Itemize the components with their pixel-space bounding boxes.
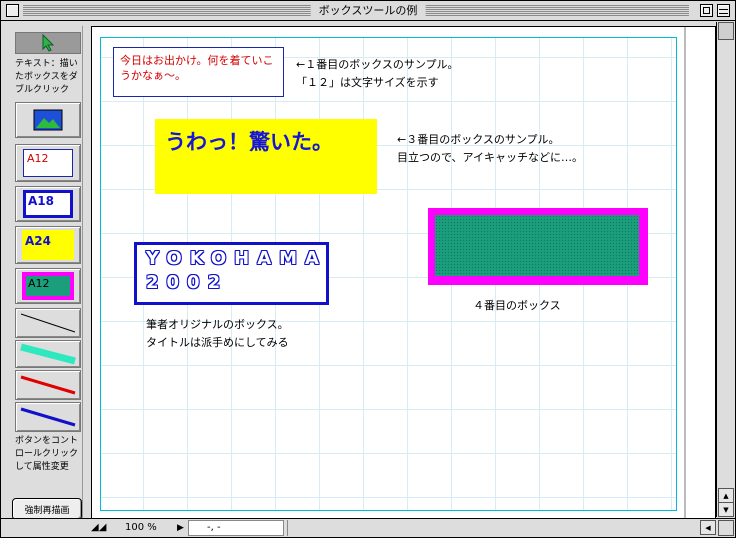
window-title: ボックスツールの例 (310, 3, 426, 18)
vertical-scrollbar[interactable]: ▲ ▼ (716, 22, 735, 517)
title-bar[interactable]: ボックスツールの例 (1, 1, 735, 21)
box-sample-2[interactable]: YOKOHAMA 2002 (134, 242, 329, 305)
box-sample-3[interactable]: うわっ！驚いた。 (155, 119, 377, 194)
collapse-box-icon[interactable] (717, 4, 730, 17)
note-box-3: ←３番目のボックスのサンプル。 目立つので、アイキャッチなどに…。 (397, 133, 584, 164)
zoom-level[interactable]: 100 % (125, 521, 157, 535)
text-a12-tool-button[interactable]: A12 (15, 144, 81, 182)
scroll-thumb[interactable] (718, 22, 734, 40)
image-tool-button[interactable] (15, 102, 81, 138)
scroll-up-arrow-icon[interactable]: ▲ (718, 488, 734, 503)
line-black-tool-button[interactable] (15, 308, 81, 338)
box-2-line-1: YOKOHAMA (146, 248, 327, 269)
app-window: ボックスツールの例 テキスト：描いたボックスをダブルクリック A12 A18 A… (0, 0, 736, 538)
canvas[interactable]: 今日はお出かけ。何を着ていこうかなぁ〜。 ←１番目のボックスのサンプル。 「１２… (91, 26, 716, 519)
box-sample-1[interactable]: 今日はお出かけ。何を着ていこうかなぁ〜。 (113, 47, 284, 97)
zoom-mountain-icon[interactable]: ◢◢ (91, 521, 113, 535)
a18-label: A18 (23, 190, 73, 218)
black-line-icon (20, 313, 76, 333)
line-blue-tool-button[interactable] (15, 402, 81, 432)
red-line-icon (20, 375, 76, 395)
tool-palette: テキスト：描いたボックスをダブルクリック A12 A18 A24 A12 ボタン… (7, 26, 83, 519)
palette-hint-bottom: ボタンをコントロールクリックして属性変更 (15, 436, 79, 472)
note-box-2: 筆者オリジナルのボックス。 タイトルは派手めにしてみる (146, 318, 289, 349)
coordinate-readout: -, - (188, 520, 284, 536)
box-sample-4[interactable] (428, 208, 648, 285)
box-4-fill (435, 215, 639, 276)
arrow-cursor-icon (42, 34, 55, 52)
a24-label: A24 (22, 230, 74, 260)
page-edge (684, 27, 686, 519)
note-box-1: ←１番目のボックスのサンプル。 「１２」は文字サイズを示す (296, 58, 459, 89)
box-2-line-2: 2002 (146, 272, 229, 293)
line-red-tool-button[interactable] (15, 370, 81, 400)
blue-line-icon (20, 407, 76, 427)
zoom-box-icon[interactable] (700, 4, 713, 17)
line-teal-tool-button[interactable] (15, 340, 81, 368)
a12-fill-label: A12 (26, 276, 70, 296)
grow-box-icon[interactable] (718, 520, 734, 536)
text-a12-fill-tool-button[interactable]: A12 (15, 268, 81, 304)
a12-label: A12 (23, 149, 73, 177)
scroll-down-arrow-icon[interactable]: ▼ (718, 502, 734, 517)
force-redraw-button[interactable]: 強制再描画 (12, 498, 82, 520)
text-a18-tool-button[interactable]: A18 (15, 186, 81, 222)
a12-fill-frame: A12 (22, 272, 74, 300)
horizontal-scrollbar[interactable] (287, 520, 700, 536)
teal-line-icon (20, 343, 76, 365)
text-a24-tool-button[interactable]: A24 (15, 226, 81, 264)
palette-hint-top: テキスト：描いたボックスをダブルクリック (15, 59, 78, 95)
scroll-left-arrow-icon[interactable]: ◀ (700, 520, 716, 535)
box-3-text: うわっ！驚いた。 (165, 130, 333, 154)
close-box-icon[interactable] (6, 4, 19, 17)
status-bar: ◢◢ 100 % ▶ -, - ◀ (1, 518, 735, 537)
arrow-tool-button[interactable] (15, 32, 81, 54)
picture-icon (33, 109, 63, 131)
zoom-menu-arrow-icon[interactable]: ▶ (177, 523, 184, 533)
note-box-4: ４番目のボックス (473, 299, 561, 312)
